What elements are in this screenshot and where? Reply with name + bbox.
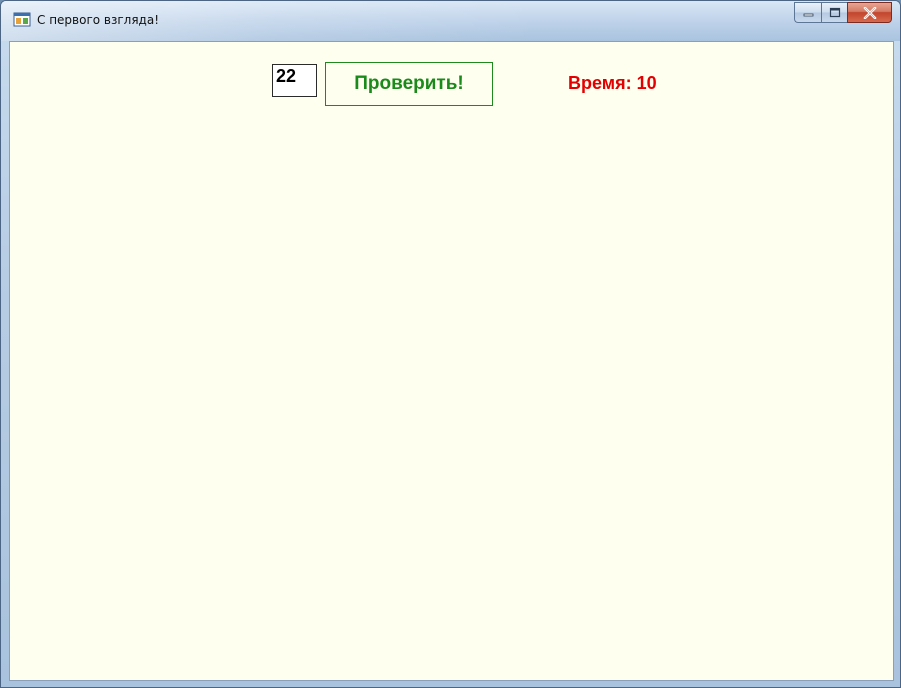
minimize-button[interactable] (794, 2, 821, 23)
caption-buttons (794, 2, 892, 24)
window-title: С первого взгляда! (37, 13, 160, 27)
number-display: 22 (272, 64, 317, 97)
close-icon (863, 6, 876, 19)
minimize-icon (803, 13, 813, 17)
title-bar[interactable]: С первого взгляда! (1, 1, 900, 41)
check-button[interactable]: Проверить! (325, 62, 493, 106)
close-button[interactable] (847, 2, 892, 23)
time-label: Время: 10 (568, 73, 657, 93)
app-window: С первого взгляда! 22 Проверить! Время: … (0, 0, 901, 688)
maximize-icon (829, 7, 840, 18)
form-client-area: 22 Проверить! Время: 10 (9, 41, 894, 681)
app-window-icon (13, 12, 31, 27)
maximize-button[interactable] (821, 2, 847, 23)
